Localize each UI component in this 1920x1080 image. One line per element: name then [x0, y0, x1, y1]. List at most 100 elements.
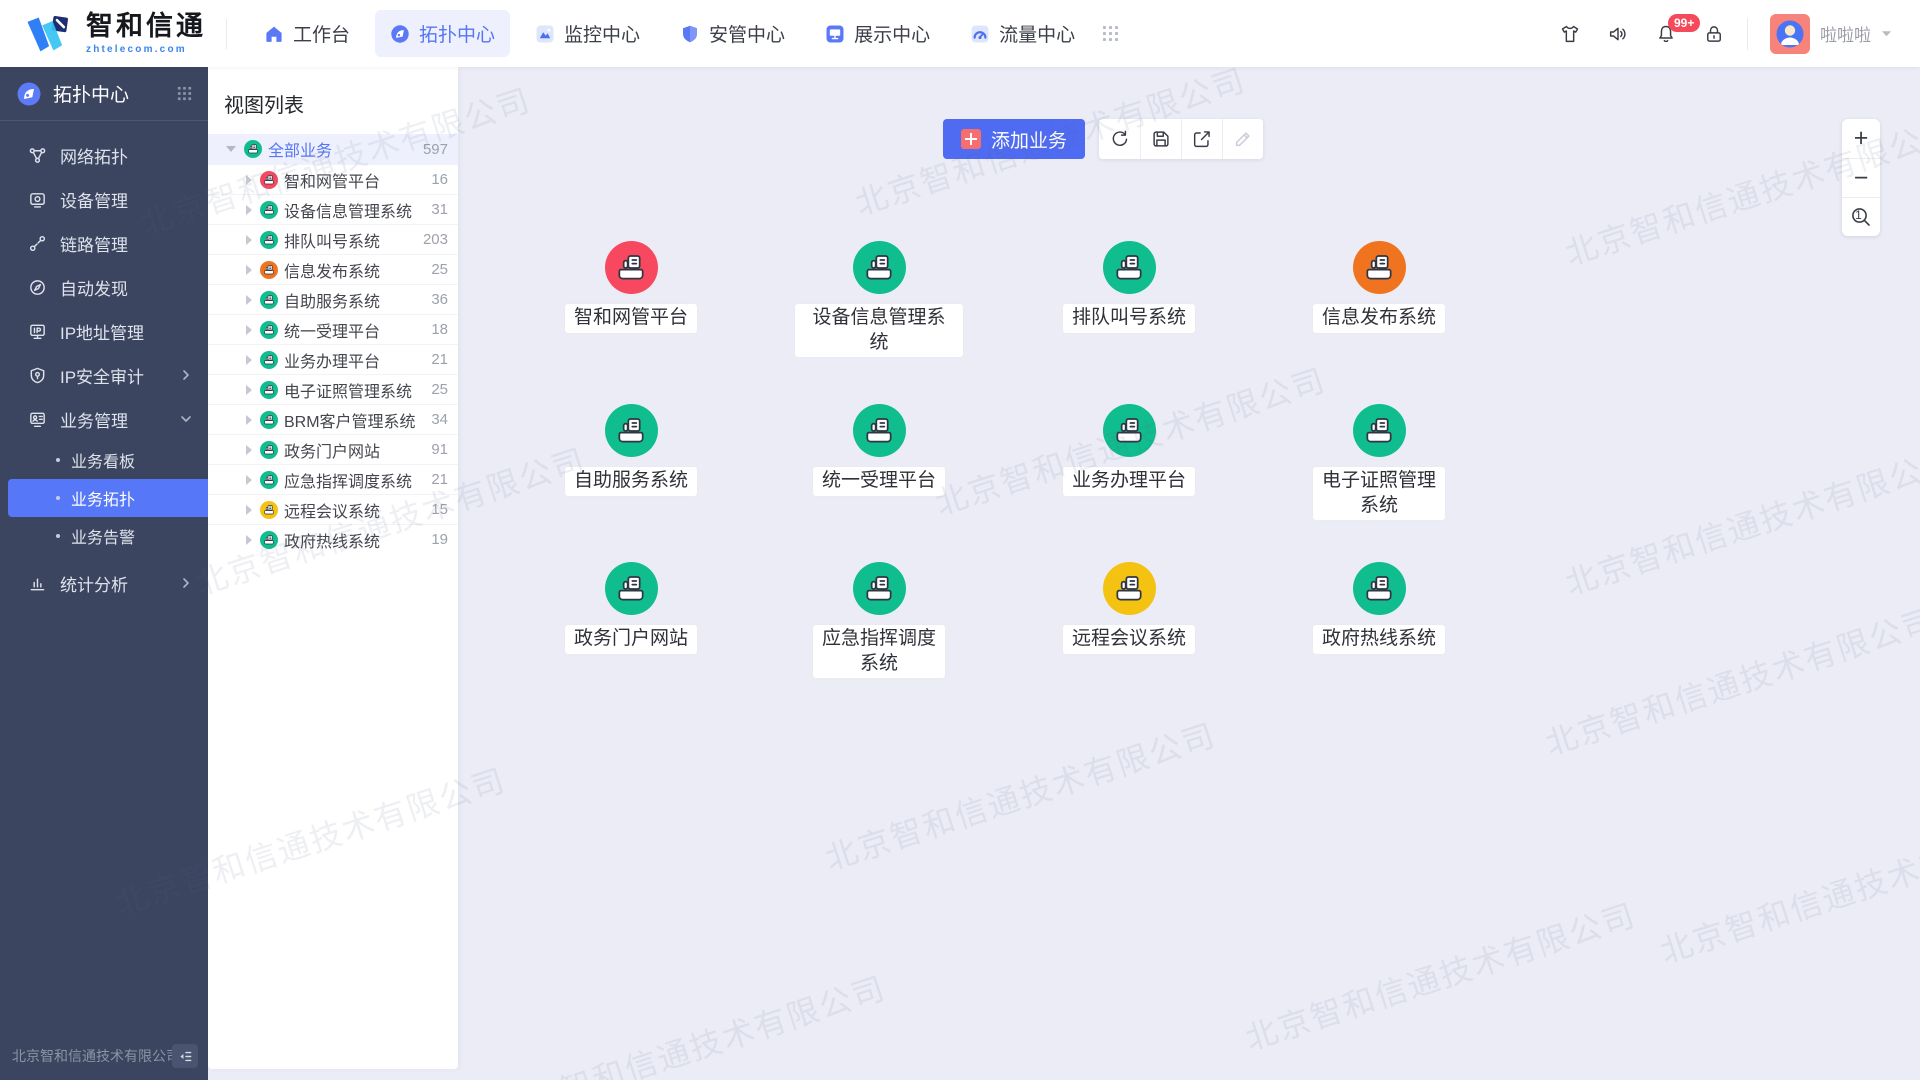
- expand-arrow-icon[interactable]: [246, 415, 252, 425]
- tree-row[interactable]: 政务门户网站 91: [208, 434, 458, 464]
- divider: [1747, 18, 1748, 50]
- user-menu[interactable]: 啦啦啦: [1770, 14, 1892, 54]
- expand-arrow-icon[interactable]: [246, 175, 252, 185]
- expand-arrow-icon[interactable]: [246, 355, 252, 365]
- expand-arrow-icon[interactable]: [246, 385, 252, 395]
- sidebar-item-link-management[interactable]: 链路管理: [0, 221, 208, 265]
- tree-label: 全部业务: [268, 137, 332, 161]
- expand-arrow-icon[interactable]: [246, 235, 252, 245]
- sidebar-item-label: IP地址管理: [60, 319, 144, 344]
- tree-row[interactable]: 智和网管平台 16: [208, 164, 458, 194]
- sidebar-subitem-business-alarm[interactable]: 业务告警: [0, 517, 208, 555]
- tree-label: 统一受理平台: [284, 318, 380, 342]
- sidebar-item-auto-discovery[interactable]: 自动发现: [0, 265, 208, 309]
- tree-count: 31: [425, 201, 448, 218]
- expand-arrow-icon[interactable]: [246, 505, 252, 515]
- zoom-reset-value: 1: [1842, 209, 1875, 221]
- bullet-dot: [56, 496, 60, 500]
- tree-label: 信息发布系统: [284, 258, 380, 282]
- topbar-tools: 99+: [1559, 23, 1725, 45]
- business-node[interactable]: 政务门户网站: [546, 562, 716, 655]
- business-node-icon: [1103, 241, 1156, 294]
- sidebar-item-label: 链路管理: [60, 231, 128, 256]
- sidebar-grid-icon[interactable]: [177, 86, 192, 101]
- theme-skin-button[interactable]: [1559, 23, 1581, 45]
- sidebar-item-business-management[interactable]: 业务管理: [0, 397, 208, 441]
- expand-arrow-icon[interactable]: [246, 535, 252, 545]
- expand-arrow-icon[interactable]: [246, 205, 252, 215]
- export-button[interactable]: [1181, 119, 1222, 159]
- zoom-in-button[interactable]: +: [1842, 119, 1880, 158]
- tree-row[interactable]: 业务办理平台 21: [208, 344, 458, 374]
- nav-item-display-center[interactable]: 展示中心: [810, 10, 945, 57]
- expand-arrow-icon[interactable]: [246, 475, 252, 485]
- refresh-button[interactable]: [1099, 119, 1140, 159]
- expand-arrow-icon[interactable]: [246, 265, 252, 275]
- nav-item-monitor-center[interactable]: 监控中心: [520, 10, 655, 57]
- sidebar-item-statistics[interactable]: 统计分析: [0, 561, 208, 605]
- business-node-icon: [260, 351, 278, 369]
- sidebar-item-ip-security-audit[interactable]: IP安全审计: [0, 353, 208, 397]
- notifications-button[interactable]: 99+: [1655, 23, 1677, 45]
- tree-count: 203: [417, 231, 448, 248]
- tree-row[interactable]: 政府热线系统 19: [208, 524, 458, 554]
- canvas-toolbar: 添加业务: [943, 119, 1263, 159]
- sidebar-item-label: IP安全审计: [60, 363, 144, 388]
- expand-arrow-icon[interactable]: [246, 295, 252, 305]
- traffic-gauge-icon: [970, 24, 990, 44]
- business-node[interactable]: 电子证照管理 系统: [1294, 404, 1464, 521]
- business-node[interactable]: 统一受理平台: [794, 404, 964, 497]
- business-node[interactable]: 自助服务系统: [546, 404, 716, 497]
- zoom-reset-button[interactable]: 1: [1842, 197, 1880, 236]
- chevron-right-icon: [180, 577, 192, 589]
- sidebar-item-device-management[interactable]: 设备管理: [0, 177, 208, 221]
- nav-item-workbench[interactable]: 工作台: [249, 10, 365, 57]
- topology-compass-icon: [390, 24, 410, 44]
- topology-canvas[interactable]: 添加业务: [458, 67, 1920, 1080]
- nav-item-security-center[interactable]: 安管中心: [665, 10, 800, 57]
- business-node-label: 应急指挥调度 系统: [812, 624, 946, 679]
- sidebar-item-network-topology[interactable]: 网络拓扑: [0, 133, 208, 177]
- expand-arrow-icon[interactable]: [246, 445, 252, 455]
- business-node[interactable]: 智和网管平台: [546, 241, 716, 334]
- pencil-icon: [1232, 128, 1254, 150]
- sound-button[interactable]: [1607, 23, 1629, 45]
- sidebar-item-ip-management[interactable]: IP地址管理: [0, 309, 208, 353]
- business-node[interactable]: 业务办理平台: [1044, 404, 1214, 497]
- sidebar-subitem-business-topology[interactable]: 业务拓扑: [8, 479, 208, 517]
- apps-grid-icon[interactable]: [1096, 19, 1125, 48]
- tree-root-row[interactable]: 全部业务 597: [208, 134, 458, 164]
- tree-count: 19: [425, 531, 448, 548]
- save-icon: [1150, 128, 1172, 150]
- notification-badge: 99+: [1668, 14, 1700, 32]
- tree-row[interactable]: 排队叫号系统 203: [208, 224, 458, 254]
- zoom-out-button[interactable]: −: [1842, 158, 1880, 197]
- business-node[interactable]: 应急指挥调度 系统: [794, 562, 964, 679]
- business-node[interactable]: 政府热线系统: [1294, 562, 1464, 655]
- add-business-label: 添加业务: [991, 126, 1067, 153]
- tree-row[interactable]: 信息发布系统 25: [208, 254, 458, 284]
- tree-row[interactable]: 自助服务系统 36: [208, 284, 458, 314]
- nav-item-traffic-center[interactable]: 流量中心: [955, 10, 1090, 57]
- expand-arrow-icon[interactable]: [246, 325, 252, 335]
- tree-row[interactable]: 应急指挥调度系统 21: [208, 464, 458, 494]
- link-icon: [28, 234, 47, 253]
- tree-row[interactable]: 远程会议系统 15: [208, 494, 458, 524]
- save-button[interactable]: [1140, 119, 1181, 159]
- business-node[interactable]: 远程会议系统: [1044, 562, 1214, 655]
- nav-item-topology-center[interactable]: 拓扑中心: [375, 10, 510, 57]
- lock-screen-button[interactable]: [1703, 23, 1725, 45]
- add-business-button[interactable]: 添加业务: [943, 119, 1085, 159]
- business-node[interactable]: 排队叫号系统: [1044, 241, 1214, 334]
- tree-row[interactable]: 设备信息管理系统 31: [208, 194, 458, 224]
- expand-arrow-icon[interactable]: [226, 146, 236, 152]
- business-node[interactable]: 信息发布系统: [1294, 241, 1464, 334]
- speaker-icon: [1607, 23, 1629, 45]
- business-node[interactable]: 设备信息管理系统: [794, 241, 964, 358]
- tree-row[interactable]: 电子证照管理系统 25: [208, 374, 458, 404]
- sidebar-subitem-business-board[interactable]: 业务看板: [0, 441, 208, 479]
- tree-row[interactable]: 统一受理平台 18: [208, 314, 458, 344]
- tree-row[interactable]: BRM客户管理系统 34: [208, 404, 458, 434]
- collapse-sidebar-button[interactable]: [172, 1044, 198, 1068]
- brand-logo[interactable]: 智和信通 zhtelecom.com: [24, 11, 206, 57]
